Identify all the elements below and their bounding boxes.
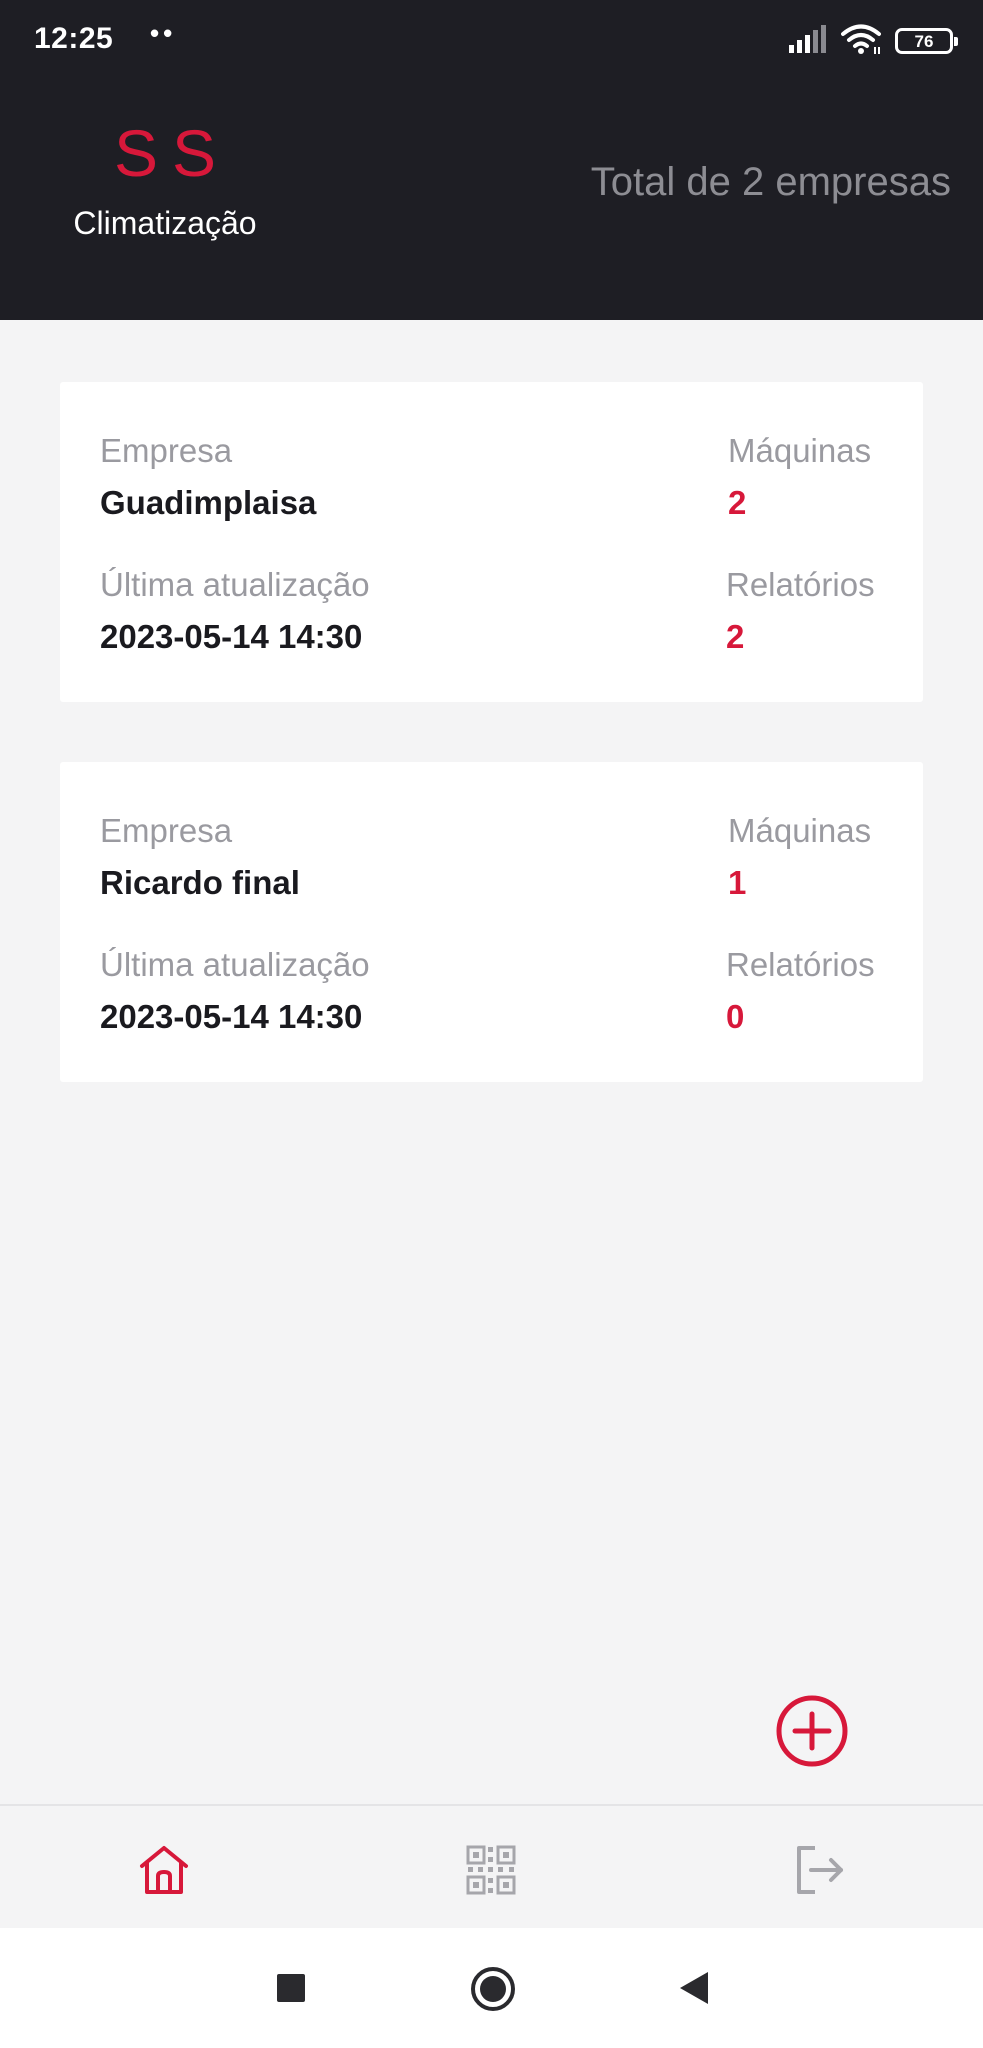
machines-count: 1 [728,864,747,901]
company-label: Empresa [100,432,233,469]
reports-label: Relatórios [726,946,875,983]
home-circle-icon [471,1967,515,2011]
logout-icon [797,1846,843,1894]
company-count: Total de 2 empresas [590,160,951,204]
nav-home[interactable] [134,1840,194,1900]
add-company-button[interactable] [775,1694,849,1768]
system-home-button[interactable] [470,1966,516,2012]
app-header: 12:25 •• 76 SS Climatização Total de 2 e… [0,0,983,320]
logo-subtitle: Climatização [73,205,257,241]
last-update-label: Última atualização [100,566,370,603]
reports-count: 0 [726,998,745,1035]
last-update-value: 2023-05-14 14:30 [100,998,363,1035]
recents-square-icon [277,1974,305,2002]
recents-button[interactable] [275,1972,307,2004]
company-name: Ricardo final [100,864,300,901]
reports-label: Relatórios [726,566,875,603]
nav-logout[interactable] [789,1840,849,1900]
status-time: 12:25 [34,22,114,55]
wifi-icon [841,23,881,60]
battery-level: 76 [914,31,934,51]
qr-code-icon [466,1845,516,1895]
machines-count: 2 [728,484,747,521]
company-label: Empresa [100,812,233,849]
logo-mark: SS [113,116,231,190]
machines-label: Máquinas [728,812,872,849]
bottom-navigation [0,1804,983,1928]
last-update-value: 2023-05-14 14:30 [100,618,363,655]
company-name: Guadimplaisa [100,484,317,521]
back-triangle-icon [680,1972,708,2004]
nav-qr-scanner[interactable] [461,1840,521,1900]
battery-icon: 76 [895,28,958,54]
back-button[interactable] [678,1970,710,2006]
add-circle-icon [776,1695,848,1767]
signal-icon [789,24,827,58]
notification-dots: •• [150,18,177,48]
company-card[interactable]: Empresa Ricardo final Última atualização… [60,762,923,1082]
last-update-label: Última atualização [100,946,370,983]
company-card[interactable]: Empresa Guadimplaisa Última atualização … [60,382,923,702]
home-icon [140,1846,188,1894]
status-icons: 76 [789,23,958,60]
system-navigation-bar [0,1928,983,2048]
machines-label: Máquinas [728,432,872,469]
reports-count: 2 [726,618,745,655]
